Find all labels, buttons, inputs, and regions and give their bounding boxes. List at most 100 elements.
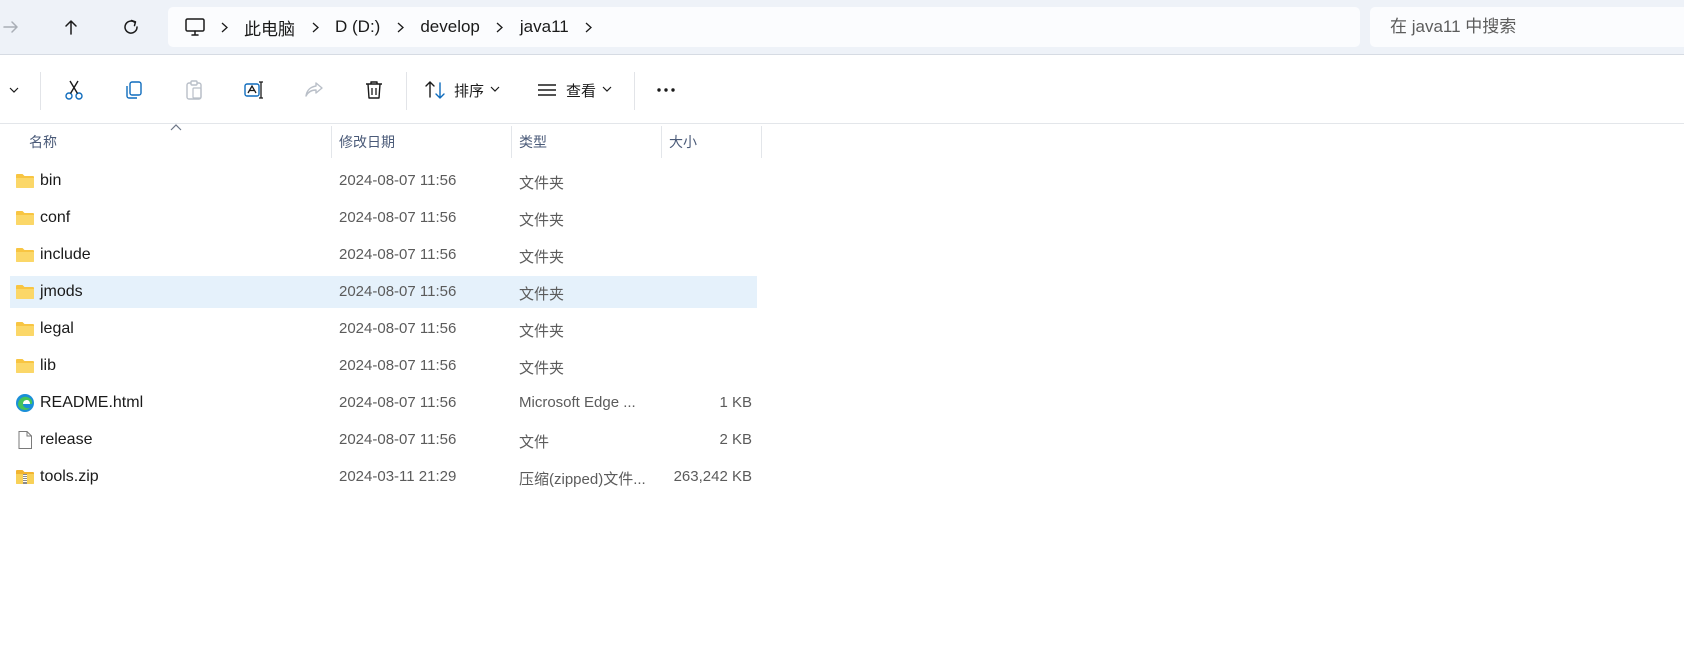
- file-name: README.html: [40, 394, 144, 411]
- command-divider: [40, 72, 41, 110]
- new-button[interactable]: [0, 72, 22, 108]
- file-row[interactable]: release 2024-08-07 11:56 文件 2 KB: [10, 424, 757, 456]
- copy-button[interactable]: [116, 72, 152, 108]
- file-row[interactable]: tools.zip 2024-03-11 21:29 压缩(zipped)文件...…: [10, 461, 757, 493]
- chevron-down-icon: [484, 81, 500, 99]
- forward-button[interactable]: [0, 10, 28, 44]
- file-modified-date: 2024-08-07 11:56: [339, 172, 457, 189]
- address-bar-row: 此电脑 D (D:) develop java11: [0, 0, 1684, 55]
- breadcrumb-java11[interactable]: java11: [516, 17, 573, 37]
- view-label: 查看: [566, 82, 597, 100]
- file-name: conf: [40, 209, 71, 226]
- rename-button[interactable]: [236, 72, 272, 108]
- refresh-button[interactable]: [114, 10, 148, 44]
- zip-folder-icon: [15, 467, 35, 487]
- more-horizontal-icon: [657, 88, 675, 92]
- file-row[interactable]: conf 2024-08-07 11:56 文件夹: [10, 202, 757, 234]
- folder-icon: [15, 245, 35, 265]
- chevron-right-icon[interactable]: [573, 7, 605, 47]
- more-options-button[interactable]: [648, 72, 684, 108]
- file-type: 文件夹: [519, 323, 565, 340]
- command-divider: [634, 72, 635, 110]
- folder-icon: [15, 356, 35, 376]
- paste-icon: [186, 80, 202, 100]
- view-button[interactable]: 查看: [536, 72, 612, 108]
- command-divider: [406, 72, 407, 110]
- file-size: 2 KB: [719, 431, 752, 448]
- search-input[interactable]: [1388, 16, 1678, 38]
- file-modified-date: 2024-08-07 11:56: [339, 283, 457, 300]
- column-divider[interactable]: [761, 126, 762, 158]
- file-size: 1 KB: [719, 394, 752, 411]
- share-button[interactable]: [296, 72, 332, 108]
- file-row[interactable]: lib 2024-08-07 11:56 文件夹: [10, 350, 757, 382]
- file-row[interactable]: README.html 2024-08-07 11:56 Microsoft Edg…: [10, 387, 757, 419]
- chevron-down-icon: [9, 87, 19, 93]
- file-row[interactable]: legal 2024-08-07 11:56 文件夹: [10, 313, 757, 345]
- column-header-size[interactable]: 大小: [669, 126, 759, 158]
- file-type: 压缩(zipped)文件...: [519, 471, 646, 488]
- view-list-icon: [538, 84, 556, 96]
- chevron-right-icon[interactable]: [299, 7, 331, 47]
- file-icon: [15, 430, 35, 450]
- search-box[interactable]: [1370, 7, 1684, 47]
- sort-button[interactable]: 排序: [424, 72, 500, 108]
- file-row[interactable]: include 2024-08-07 11:56 文件夹: [10, 239, 757, 271]
- command-bar: 排序 查看: [0, 56, 1684, 124]
- column-divider[interactable]: [511, 126, 512, 158]
- file-type: 文件夹: [519, 175, 565, 192]
- file-type: 文件: [519, 434, 550, 451]
- this-pc-icon: [182, 14, 208, 40]
- breadcrumb[interactable]: 此电脑 D (D:) develop java11: [168, 7, 1360, 47]
- cut-button[interactable]: [56, 72, 92, 108]
- column-divider[interactable]: [331, 126, 332, 158]
- folder-icon: [15, 171, 35, 191]
- file-type: 文件夹: [519, 212, 565, 229]
- column-header-name[interactable]: 名称: [29, 126, 329, 158]
- sort-icon: [425, 81, 445, 99]
- file-modified-date: 2024-08-07 11:56: [339, 394, 457, 411]
- share-icon: [305, 82, 323, 97]
- file-modified-date: 2024-08-07 11:56: [339, 431, 457, 448]
- file-modified-date: 2024-03-11 21:29: [339, 468, 457, 485]
- edge-icon: [15, 393, 35, 413]
- chevron-right-icon[interactable]: [208, 7, 240, 47]
- chevron-right-icon[interactable]: [384, 7, 416, 47]
- file-modified-date: 2024-08-07 11:56: [339, 357, 457, 374]
- file-name: release: [40, 431, 93, 448]
- paste-button[interactable]: [176, 72, 212, 108]
- arrow-up-icon: [65, 20, 77, 35]
- folder-icon: [15, 208, 35, 228]
- trash-icon: [366, 81, 382, 99]
- folder-icon: [15, 282, 35, 302]
- column-divider[interactable]: [661, 126, 662, 158]
- breadcrumb-drive-d[interactable]: D (D:): [331, 17, 384, 37]
- file-type: 文件夹: [519, 249, 565, 266]
- delete-button[interactable]: [356, 72, 392, 108]
- column-header-type[interactable]: 类型: [519, 126, 659, 158]
- scissors-icon: [65, 80, 83, 100]
- file-name: legal: [40, 320, 74, 337]
- column-header-modified[interactable]: 修改日期: [339, 126, 509, 158]
- copy-icon: [126, 81, 142, 99]
- file-name: tools.zip: [40, 468, 99, 485]
- file-size: 263,242 KB: [673, 468, 752, 485]
- file-name: include: [40, 246, 91, 263]
- file-type: 文件夹: [519, 286, 565, 303]
- file-modified-date: 2024-08-07 11:56: [339, 246, 457, 263]
- chevron-right-icon[interactable]: [484, 7, 516, 47]
- file-row[interactable]: bin 2024-08-07 11:56 文件夹: [10, 165, 757, 197]
- file-type: Microsoft Edge ...: [519, 394, 636, 411]
- file-modified-date: 2024-08-07 11:56: [339, 209, 457, 226]
- breadcrumb-develop[interactable]: develop: [416, 17, 484, 37]
- arrow-right-icon: [3, 21, 18, 33]
- file-name: bin: [40, 172, 62, 189]
- file-row[interactable]: jmods 2024-08-07 11:56 文件夹: [10, 276, 757, 308]
- breadcrumb-this-pc[interactable]: 此电脑: [240, 15, 299, 40]
- file-name: jmods: [40, 283, 83, 300]
- file-type: 文件夹: [519, 360, 565, 377]
- folder-icon: [15, 319, 35, 339]
- up-button[interactable]: [54, 10, 88, 44]
- file-modified-date: 2024-08-07 11:56: [339, 320, 457, 337]
- refresh-icon: [124, 19, 138, 34]
